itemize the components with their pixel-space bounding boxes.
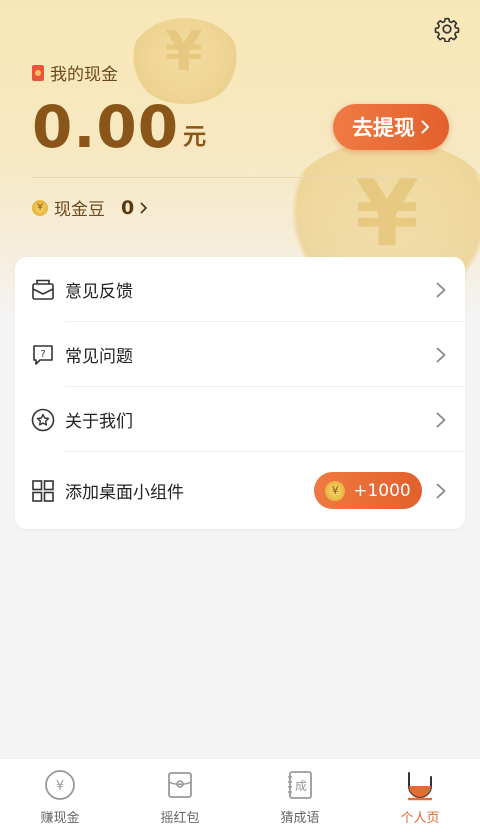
tab-shake-red-packet[interactable]: 摇红包	[120, 759, 240, 832]
withdraw-button-label: 去提现	[352, 117, 415, 140]
cash-beans-entry[interactable]: ¥ 现金豆 0	[32, 195, 148, 220]
menu-card: 意见反馈 ? 常见问题 关于我们 添加桌面小组件 ¥ +1000	[15, 257, 465, 529]
svg-text:?: ?	[40, 349, 45, 360]
cash-amount-unit: 元	[183, 124, 207, 150]
menu-item-label: 关于我们	[65, 412, 133, 432]
chevron-right-icon	[436, 282, 446, 297]
cash-amount-value: 0.00	[32, 93, 180, 161]
settings-gear-icon[interactable]	[434, 16, 460, 42]
cash-beans-label: 现金豆	[54, 200, 105, 220]
reward-badge[interactable]: ¥ +1000	[314, 472, 422, 509]
cash-title: 我的现金	[32, 60, 118, 85]
yen-watermark-icon: ¥	[165, 20, 203, 83]
menu-item-add-widget[interactable]: 添加桌面小组件 ¥ +1000	[15, 452, 465, 529]
tab-profile[interactable]: 个人页	[360, 759, 480, 832]
cash-beans-value: 0	[121, 196, 135, 219]
cash-title-label: 我的现金	[50, 65, 118, 85]
tab-label: 摇红包	[160, 811, 200, 826]
chevron-right-icon	[421, 120, 429, 134]
menu-item-faq[interactable]: ? 常见问题	[15, 322, 465, 387]
chevron-right-icon	[436, 412, 446, 427]
svg-text:¥: ¥	[56, 779, 64, 794]
tab-label: 猜成语	[280, 811, 320, 826]
chevron-right-icon	[436, 347, 446, 362]
question-icon: ?	[33, 344, 53, 365]
tab-earn-cash[interactable]: ¥ 赚现金	[0, 759, 120, 832]
red-packet-icon	[168, 772, 192, 798]
idiom-book-icon: 成	[288, 771, 312, 799]
divider	[32, 177, 438, 178]
bottom-tab-bar: ¥ 赚现金 摇红包 成 猜成语 个人页	[0, 758, 480, 832]
menu-item-label: 添加桌面小组件	[65, 483, 184, 503]
mail-icon	[32, 279, 54, 300]
reward-badge-label: +1000	[353, 480, 411, 501]
chevron-right-icon	[140, 202, 148, 213]
chevron-right-icon	[436, 483, 446, 498]
withdraw-button[interactable]: 去提现	[333, 104, 449, 150]
star-icon	[31, 408, 55, 431]
yen-coin-icon: ¥	[45, 770, 75, 800]
cash-amount: 0.00 元	[32, 96, 206, 158]
menu-item-about[interactable]: 关于我们	[15, 387, 465, 452]
red-packet-icon	[32, 64, 44, 81]
coin-icon: ¥	[325, 480, 346, 501]
menu-item-label: 常见问题	[65, 347, 133, 367]
cash-bean-icon: ¥	[32, 199, 48, 216]
tab-label: 个人页	[400, 811, 440, 826]
profile-icon	[407, 772, 433, 801]
tab-guess-idiom[interactable]: 成 猜成语	[240, 759, 360, 832]
menu-item-feedback[interactable]: 意见反馈	[15, 257, 465, 322]
grid-icon	[32, 479, 54, 502]
svg-text:成: 成	[295, 779, 307, 793]
menu-item-label: 意见反馈	[65, 282, 133, 302]
tab-label: 赚现金	[40, 811, 80, 826]
